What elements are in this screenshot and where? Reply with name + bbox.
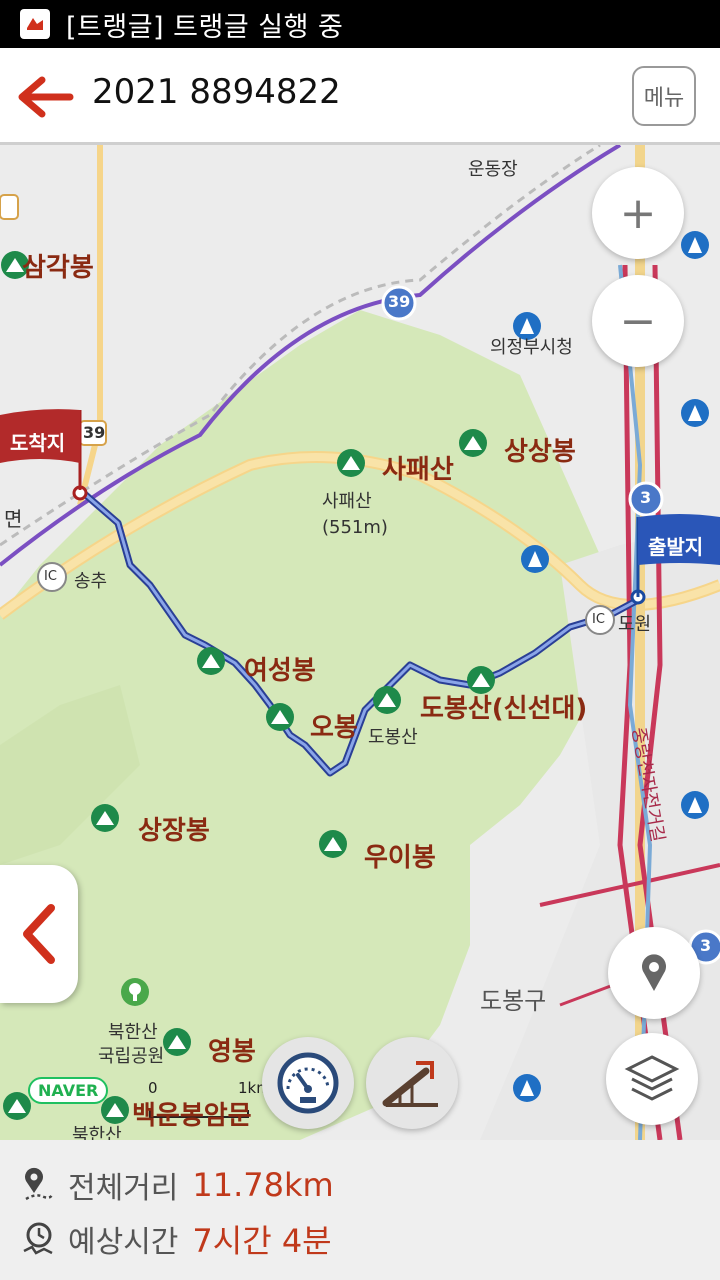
hiking-poi-icon bbox=[513, 1074, 541, 1102]
layers-icon bbox=[624, 1055, 680, 1101]
map-label-sangsangbong: 상상봉 bbox=[504, 437, 576, 467]
chevron-left-icon bbox=[23, 904, 55, 964]
hiking-poi-icon bbox=[681, 791, 709, 819]
mountain-icon bbox=[197, 647, 225, 675]
map-label-dobongsan-main: 도봉산(신선대) bbox=[420, 694, 588, 724]
speedometer-icon bbox=[277, 1052, 339, 1114]
map-label-bukhansan-park-1: 북한산 bbox=[108, 1022, 158, 1043]
elevation-profile-button[interactable] bbox=[366, 1037, 458, 1129]
clock-icon bbox=[23, 1222, 53, 1255]
ic-badge-2: IC bbox=[592, 612, 605, 627]
hiking-poi-icon bbox=[521, 545, 549, 573]
map-label-unjangdong: 운동장 bbox=[468, 159, 518, 180]
map-label-uijeongbu: 의정부시청 bbox=[490, 337, 573, 358]
map-label-dobonggu: 도봉구 bbox=[480, 987, 547, 1015]
time-row: 예상시간 7시간 4분 bbox=[22, 1214, 332, 1264]
end-flag-label: 도착지 bbox=[10, 431, 66, 455]
distance-row: 전체거리 11.78km bbox=[22, 1160, 334, 1210]
mountain-icon bbox=[91, 804, 119, 832]
map-label-myeon: 면 bbox=[4, 507, 23, 531]
location-pin-icon bbox=[642, 954, 666, 991]
route-summary-panel: 전체거리 11.78km 예상시간 7시간 4분 bbox=[0, 1140, 720, 1280]
route-3-shield-2: 3 bbox=[700, 936, 712, 955]
hiking-poi-icon bbox=[681, 231, 709, 259]
map-label-uibong: 우이봉 bbox=[364, 843, 436, 873]
map-label-samgakbong: 삼각봉 bbox=[22, 253, 94, 283]
trangle-app-icon bbox=[20, 9, 50, 39]
map-label-sapaesan-height: (551m) bbox=[322, 517, 388, 538]
scale-zero: 0 bbox=[148, 1079, 158, 1097]
distance-label: 전체거리 bbox=[68, 1171, 179, 1206]
status-bar: [트랭글] 트랭글 실행 중 bbox=[0, 0, 720, 48]
map-label-yeoseongbong: 여성봉 bbox=[244, 656, 316, 686]
status-text: [트랭글] 트랭글 실행 중 bbox=[66, 11, 344, 43]
map-label-sapaesan-peak: 사패산 bbox=[322, 491, 372, 512]
map-label-yeongbong: 영봉 bbox=[208, 1037, 256, 1067]
distance-pin-icon bbox=[25, 1167, 54, 1201]
map-label-dobongsan: 도봉산 bbox=[368, 727, 418, 748]
mountain-icon bbox=[459, 429, 487, 457]
map-label-bukhansan: 북한산 bbox=[72, 1125, 122, 1140]
elevation-icon bbox=[382, 1061, 438, 1107]
map-label-songchu: 송추 bbox=[74, 571, 108, 592]
map-label-sapaesan: 사패산 bbox=[382, 455, 454, 485]
my-location-button[interactable] bbox=[608, 927, 700, 1019]
zoom-out-button[interactable]: − bbox=[592, 275, 684, 367]
speedometer-button[interactable] bbox=[262, 1037, 354, 1129]
route-3-shield: 3 bbox=[640, 488, 652, 507]
app-bar: 2021 8894822 메뉴 bbox=[0, 48, 720, 145]
map-layers-button[interactable] bbox=[606, 1033, 698, 1125]
time-label: 예상시간 bbox=[68, 1225, 179, 1260]
side-panel-toggle[interactable] bbox=[0, 865, 78, 1003]
back-arrow-icon bbox=[18, 76, 74, 118]
mountain-icon bbox=[266, 703, 294, 731]
naver-logo: NAVER bbox=[28, 1077, 109, 1104]
map-label-baegundae: 백운봉암문 bbox=[132, 1101, 252, 1131]
mountain-icon bbox=[163, 1028, 191, 1056]
mountain-icon bbox=[337, 449, 365, 477]
mountain-icon bbox=[3, 1092, 31, 1120]
mountain-icon bbox=[373, 686, 401, 714]
ic-badge: IC bbox=[44, 569, 57, 584]
hiking-poi-icon bbox=[681, 399, 709, 427]
back-button[interactable] bbox=[14, 72, 76, 122]
page-title: 2021 8894822 bbox=[92, 72, 341, 112]
start-flag-label: 출발지 bbox=[648, 535, 704, 559]
map-label-bukhansan-park-2: 국립공원 bbox=[98, 1046, 165, 1067]
zoom-in-button[interactable]: + bbox=[592, 167, 684, 259]
map-view[interactable]: 삼각봉 사패산 사패산 (551m) 상상봉 여성봉 오봉 도봉산(신선대) 도… bbox=[0, 145, 720, 1140]
mountain-icon bbox=[319, 830, 347, 858]
menu-button[interactable]: 메뉴 bbox=[632, 66, 696, 126]
map-label-mangwolsa: 도원 bbox=[618, 614, 652, 635]
time-value: 7시간 4분 bbox=[192, 1222, 332, 1260]
distance-value: 11.78km bbox=[192, 1166, 334, 1204]
map-label-sangjangbong: 상장봉 bbox=[138, 816, 210, 846]
route-39-shield: 39 bbox=[83, 423, 106, 442]
park-icon bbox=[121, 978, 149, 1006]
map-label-obong: 오봉 bbox=[310, 713, 358, 743]
highway-39-shield: 39 bbox=[388, 292, 411, 311]
